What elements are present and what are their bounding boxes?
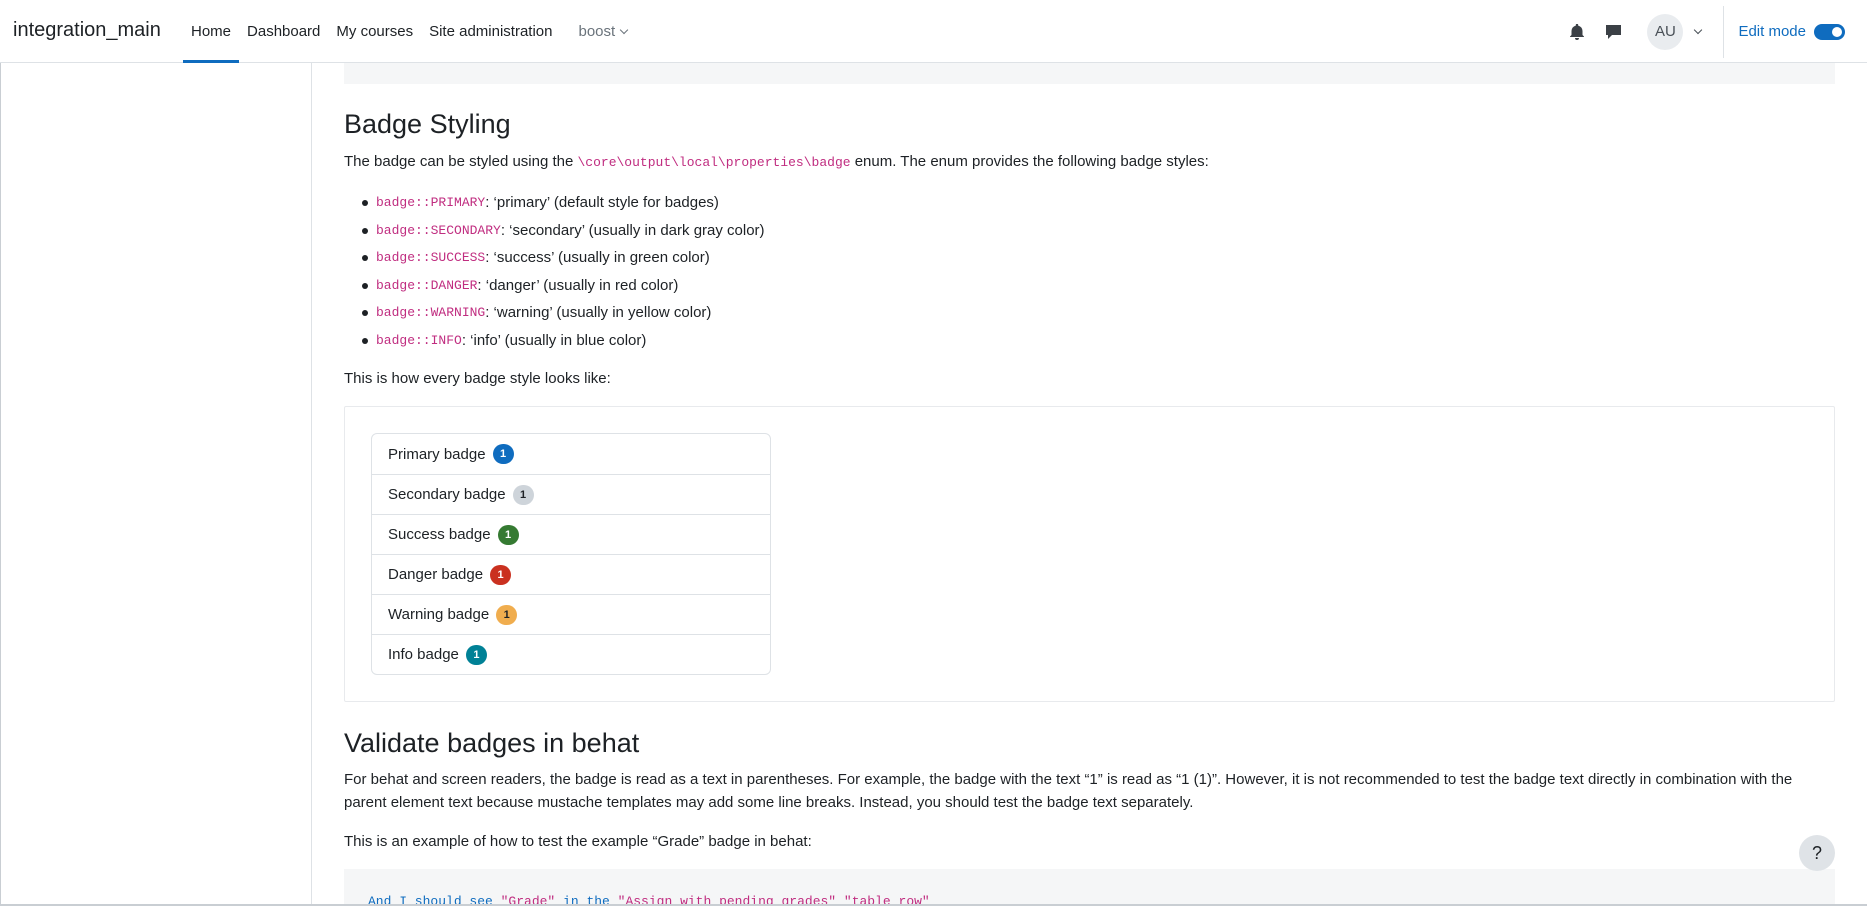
style-code: badge::PRIMARY xyxy=(376,195,486,211)
edit-mode-toggle[interactable] xyxy=(1814,23,1845,40)
chevron-down-icon xyxy=(619,25,629,34)
info-badge: 1 xyxy=(465,644,487,665)
list-item: Warning badge 1 xyxy=(372,594,770,634)
window-left-edge xyxy=(0,63,1,906)
user-menu-toggle[interactable] xyxy=(1683,14,1707,50)
edit-mode-label: Edit mode xyxy=(1738,23,1806,40)
nav-my-courses-label: My courses xyxy=(336,23,414,40)
badge-styling-intro: The badge can be styled using the \core\… xyxy=(344,150,1209,174)
style-code: badge::INFO xyxy=(376,332,462,348)
list-item: Info badge 1 xyxy=(372,634,770,674)
help-button[interactable]: ? xyxy=(1799,835,1835,871)
style-desc: : ‘danger’ (usually in red color) xyxy=(477,276,679,294)
message-drawer-icon xyxy=(1605,24,1621,39)
drawer-divider xyxy=(311,63,312,906)
badge-example-container: Primary badge 1 Secondary badge 1 Success … xyxy=(344,406,1835,702)
list-item: badge::SECONDARY: ‘secondary’ (usually i… xyxy=(362,217,765,245)
top-navbar: integration_main Home Dashboard My cours… xyxy=(0,0,1867,63)
warning-badge: 1 xyxy=(496,604,518,625)
validate-badges-heading: Validate badges in behat xyxy=(344,728,640,758)
badge-styles-list: badge::PRIMARY: ‘primary’ (default style… xyxy=(362,189,765,354)
navbar-divider xyxy=(1723,5,1725,58)
style-code: badge::SUCCESS xyxy=(376,250,486,266)
bell-icon xyxy=(1570,23,1585,40)
messages-button[interactable] xyxy=(1595,14,1631,50)
style-code: badge::SECONDARY xyxy=(376,222,501,238)
badge-item-label: Info badge xyxy=(388,646,459,663)
nav-site-admin-label: Site administration xyxy=(429,23,553,40)
badge-item-label: Success badge xyxy=(388,526,491,543)
looks-like-text: This is how every badge style looks like… xyxy=(344,370,611,387)
behat-paragraph: For behat and screen readers, the badge … xyxy=(344,771,1793,811)
list-item: badge::DANGER: ‘danger’ (usually in red … xyxy=(362,272,765,300)
primary-navigation: Home Dashboard My courses Site administr… xyxy=(183,0,635,63)
badge-item-label: Primary badge xyxy=(388,445,486,463)
list-item: badge::INFO: ‘info’ (usually in blue col… xyxy=(362,327,765,355)
style-desc: : ‘success’ (usually in green color) xyxy=(485,249,710,267)
style-desc: : ‘secondary’ (usually in dark gray colo… xyxy=(500,221,765,239)
badge-list-group: Primary badge 1 Secondary badge 1 Success … xyxy=(371,433,771,675)
style-code: badge::WARNING xyxy=(376,305,486,321)
user-navigation: AU Edit mode xyxy=(1559,0,1867,63)
nav-my-courses[interactable]: My courses xyxy=(328,0,421,63)
behat-example-intro: This is an example of how to test the ex… xyxy=(344,833,812,850)
primary-badge: 1 xyxy=(492,444,514,464)
badge-item-label: Secondary badge xyxy=(388,486,506,503)
nav-home-label: Home xyxy=(191,23,232,40)
list-item: badge::WARNING: ‘warning’ (usually in ye… xyxy=(362,299,765,327)
nav-boost-menu[interactable]: boost xyxy=(571,0,636,63)
list-item: badge::SUCCESS: ‘success’ (usually in gr… xyxy=(362,244,765,272)
list-item: Secondary badge 1 xyxy=(372,474,770,514)
edit-mode-switch[interactable]: Edit mode xyxy=(1738,23,1845,40)
style-desc: : ‘primary’ (default style for badges) xyxy=(485,194,719,212)
list-item: Success badge 1 xyxy=(372,514,770,554)
secondary-badge: 1 xyxy=(512,484,534,505)
style-desc: : ‘info’ (usually in blue color) xyxy=(461,331,647,349)
intro-code: \core\output\local\properties\badge xyxy=(577,155,851,170)
list-item: badge::PRIMARY: ‘primary’ (default style… xyxy=(362,189,765,217)
nav-boost-label: boost xyxy=(578,23,616,40)
danger-badge: 1 xyxy=(490,564,512,585)
intro-text-2: enum. The enum provides the following ba… xyxy=(850,153,1209,170)
intro-text-1: The badge can be styled using the xyxy=(344,153,578,170)
nav-dashboard-label: Dashboard xyxy=(247,23,321,40)
notifications-button[interactable] xyxy=(1559,14,1595,50)
list-item: Danger badge 1 xyxy=(372,554,770,594)
previous-code-block xyxy=(344,63,1835,84)
nav-site-administration[interactable]: Site administration xyxy=(421,0,560,63)
chevron-down-icon xyxy=(1694,25,1703,34)
list-item: Primary badge 1 xyxy=(372,434,770,474)
badge-item-label: Danger badge xyxy=(388,566,484,583)
style-desc: : ‘warning’ (usually in yellow color) xyxy=(485,304,712,322)
avatar[interactable]: AU xyxy=(1647,13,1684,50)
nav-dashboard[interactable]: Dashboard xyxy=(239,0,328,63)
badge-styling-heading: Badge Styling xyxy=(344,109,511,139)
success-badge: 1 xyxy=(497,524,519,545)
nav-home[interactable]: Home xyxy=(183,0,240,63)
style-code: badge::DANGER xyxy=(376,277,478,293)
badge-item-label: Warning badge xyxy=(388,606,490,623)
site-brand[interactable]: integration_main xyxy=(13,19,161,42)
